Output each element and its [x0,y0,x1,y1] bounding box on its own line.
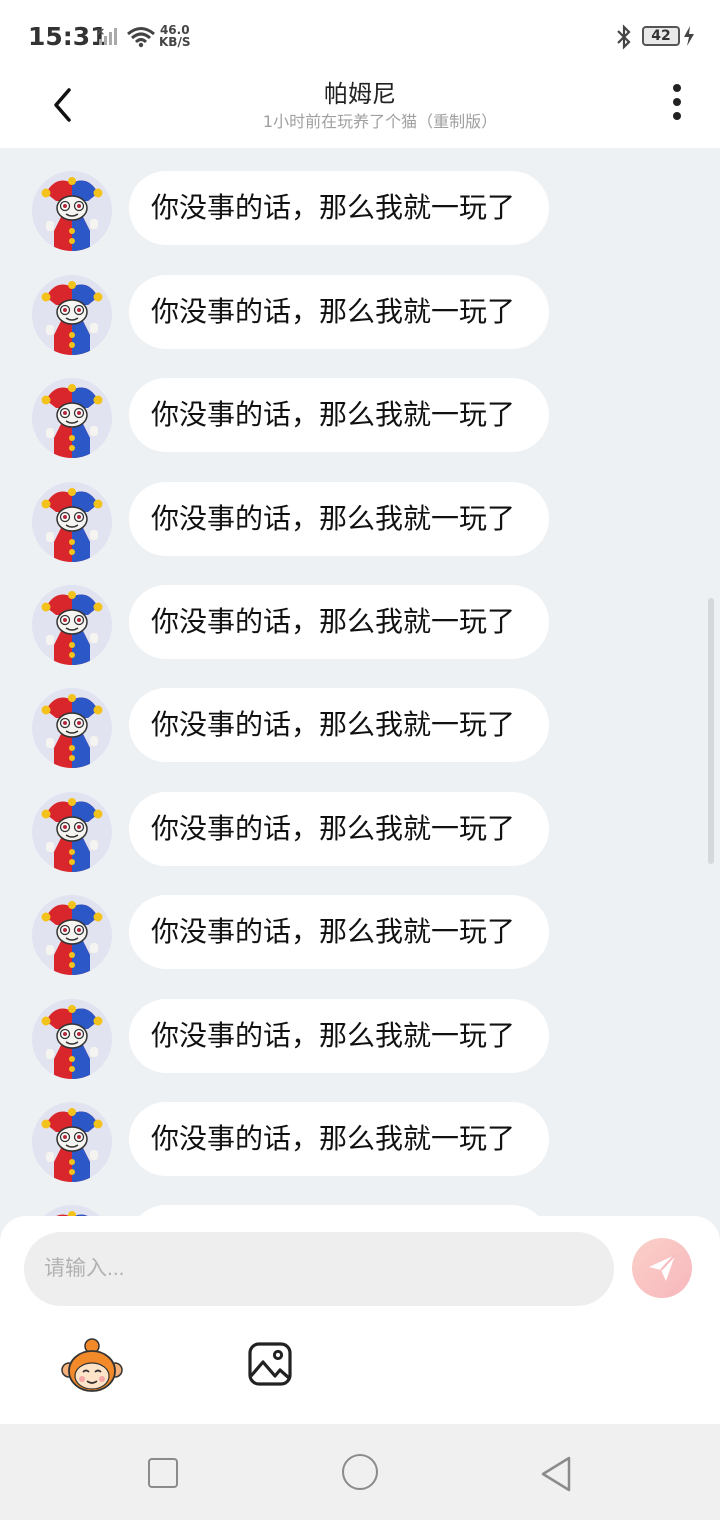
message-bubble[interactable]: 你没事的话，那么我就一玩了 [129,584,549,659]
scrollbar[interactable] [708,598,714,864]
avatar[interactable] [32,171,112,252]
chat-header: 帕姆尼 1小时前在玩养了个猫（重制版） [0,72,720,148]
message-bubble[interactable]: 你没事的话，那么我就一玩了 [129,998,549,1073]
message-item: 你没事的话，那么我就一玩了 [0,569,720,672]
back-triangle-icon [541,1456,571,1492]
status-bar: 15:31 × 46.0 KB/S 42 [0,0,720,72]
message-item: 你没事的话，那么我就一玩了 [0,259,720,362]
message-bubble[interactable]: 你没事的话，那么我就一玩了 [129,688,549,763]
message-input[interactable] [24,1232,614,1306]
bluetooth-icon [614,24,634,54]
message-bubble[interactable]: 你没事的话，那么我就一玩了 [129,1101,549,1176]
message-bubble[interactable]: 你没事的话，那么我就一玩了 [129,791,549,866]
message-list-content: 你没事的话，那么我就一玩了 你没事的话，那么我就一玩了 你没事的话，那么我就一玩… [0,148,720,1216]
more-vertical-icon [660,84,694,120]
avatar[interactable] [32,584,112,665]
avatar[interactable] [32,1101,112,1182]
message-item: 你没事的话，那么我就一玩了 [0,672,720,775]
send-icon [649,1254,676,1281]
net-speed-unit: KB/S [159,35,191,49]
avatar[interactable] [32,998,112,1079]
charging-icon [683,26,695,50]
image-button[interactable] [246,1340,294,1388]
avatar[interactable] [32,688,112,769]
message-item: 你没事的话，那么我就一玩了 [0,776,720,879]
message-bubble[interactable]: 你没事的话，那么我就一玩了 [129,378,549,453]
message-list[interactable]: 你没事的话，那么我就一玩了 你没事的话，那么我就一玩了 你没事的话，那么我就一玩… [0,148,720,1216]
contact-name: 帕姆尼 [324,80,396,108]
signal-icon: × [96,25,122,50]
avatar[interactable] [32,1205,112,1216]
avatar[interactable] [32,895,112,976]
message-bubble[interactable]: 你没事的话，那么我就一玩了 [129,171,549,246]
avatar[interactable] [32,481,112,562]
sticker-button[interactable] [60,1336,124,1400]
message-item: 你没事的话，那么我就一玩了 [0,1086,720,1189]
avatar[interactable] [32,274,112,355]
message-bubble[interactable]: 你没事的话，那么我就一玩了 [129,274,549,349]
message-item: 你没事的话，那么我就一玩了 [0,466,720,569]
send-button[interactable] [632,1238,692,1298]
message-item: 你没事的话，那么我就一玩了 [0,879,720,982]
message-item: 你没事的话，那么我就一玩了 [0,148,720,155]
recents-button[interactable] [148,1458,178,1488]
svg-text:×: × [96,26,105,38]
message-item: 你没事的话，那么我就一玩了 [0,1189,720,1216]
more-options-button[interactable] [660,80,694,126]
message-bubble[interactable]: 你没事的话，那么我就一玩了 [129,1205,549,1216]
net-speed: 46.0 KB/S [159,24,190,48]
image-icon [248,1342,292,1386]
system-nav-bar [0,1424,720,1520]
monkey-sticker-icon [61,1338,123,1392]
message-item: 你没事的话，那么我就一玩了 [0,362,720,465]
avatar[interactable] [32,378,112,459]
message-bubble[interactable]: 你没事的话，那么我就一玩了 [129,895,549,970]
system-back-button[interactable] [538,1454,574,1498]
input-panel [0,1216,720,1424]
avatar[interactable] [32,791,112,872]
message-item: 你没事的话，那么我就一玩了 [0,155,720,258]
contact-status: 1小时前在玩养了个猫（重制版） [262,112,498,131]
message-bubble[interactable]: 你没事的话，那么我就一玩了 [129,481,549,556]
battery-icon: 42 [642,26,680,46]
wifi-icon [126,26,156,52]
message-item: 你没事的话，那么我就一玩了 [0,983,720,1086]
home-button[interactable] [342,1454,378,1490]
